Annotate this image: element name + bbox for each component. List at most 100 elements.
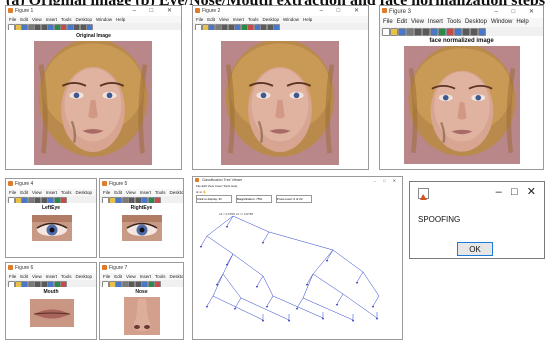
menu-item-window[interactable]: Window xyxy=(491,19,512,25)
save-icon[interactable] xyxy=(398,28,406,36)
menu-item-desktop[interactable]: Desktop xyxy=(76,17,93,22)
title-bar[interactable]: Figure 5 xyxy=(100,179,183,189)
menu-item-window[interactable]: Window xyxy=(283,17,299,22)
menu-item-file[interactable]: File xyxy=(9,274,16,279)
dialog-title-bar[interactable]: – □ ✕ xyxy=(410,182,544,204)
menu-item-tools[interactable]: Tools xyxy=(61,17,72,22)
pan-icon[interactable] xyxy=(438,28,446,36)
menu-item-desktop[interactable]: Desktop xyxy=(170,190,184,195)
spoofing-dialog[interactable]: – □ ✕ SPOOFING OK xyxy=(409,181,545,259)
menu-bar[interactable]: FileEditViewInsertToolsDesktopWindowHelp xyxy=(6,273,96,280)
tree-leaf-node[interactable] xyxy=(225,226,229,228)
menu-item-insert[interactable]: Insert xyxy=(46,274,57,279)
menu-item-file[interactable]: File xyxy=(196,17,203,22)
display-select[interactable]: Click to display: ID xyxy=(196,195,232,203)
menu-item-insert[interactable]: Insert xyxy=(140,274,151,279)
tree-leaf-node[interactable] xyxy=(261,320,265,322)
menu-item-edit[interactable]: Edit xyxy=(397,19,407,25)
tree-leaf-node[interactable] xyxy=(335,304,339,306)
data-cursor-icon[interactable] xyxy=(454,28,462,36)
tree-leaf-node[interactable] xyxy=(199,246,203,248)
title-bar[interactable]: Figure 7 xyxy=(100,263,183,273)
menu-item-help[interactable]: Help xyxy=(116,17,125,22)
legend-icon[interactable] xyxy=(478,28,486,36)
window-controls[interactable]: – □ ✕ xyxy=(133,6,178,16)
menu-item-tools[interactable]: Tools xyxy=(61,274,72,279)
menu-item-file[interactable]: File xyxy=(103,190,110,195)
title-bar[interactable]: Classification Tree Viewer – □ ✕ xyxy=(193,177,402,184)
menu-item-desktop[interactable]: Desktop xyxy=(170,274,184,279)
ok-button[interactable]: OK xyxy=(457,242,493,256)
new-file-icon[interactable] xyxy=(382,28,390,36)
menu-item-file[interactable]: File xyxy=(383,19,393,25)
title-bar[interactable]: Figure 4 xyxy=(6,179,96,189)
menu-item-view[interactable]: View xyxy=(219,17,229,22)
menu-item-edit[interactable]: Edit xyxy=(114,274,122,279)
zoom-in-icon[interactable] xyxy=(422,28,430,36)
figure-window-nose[interactable]: Figure 7 FileEditViewInsertToolsDesktopW… xyxy=(99,262,184,340)
menu-item-help[interactable]: Help xyxy=(303,17,312,22)
pointer-icon[interactable] xyxy=(414,28,422,36)
menu-item-desktop[interactable]: Desktop xyxy=(263,17,280,22)
figure-window-mouth[interactable]: Figure 6 FileEditViewInsertToolsDesktopW… xyxy=(5,262,97,340)
menu-item-view[interactable]: View xyxy=(126,274,136,279)
tree-leaf-node[interactable] xyxy=(225,264,229,266)
menu-item-edit[interactable]: Edit xyxy=(20,190,28,195)
menu-bar[interactable]: FileEditViewInsertToolsDesktopWindowHelp xyxy=(6,189,96,196)
tree-leaf-node[interactable] xyxy=(261,242,265,244)
menu-item-view[interactable]: View xyxy=(411,19,424,25)
menu-item-tools[interactable]: Tools xyxy=(155,274,166,279)
menu-item-tools[interactable]: Tools xyxy=(155,190,166,195)
prune-level-control[interactable]: Prune level: 0 of 23 xyxy=(275,195,312,203)
title-bar[interactable]: Figure 1 – □ ✕ xyxy=(6,6,181,16)
figure-window-1[interactable]: Figure 1 – □ ✕ File Edit View Insert Tools De… xyxy=(5,5,182,170)
tree-leaf-node[interactable] xyxy=(371,306,375,308)
menu-item-file[interactable]: File xyxy=(9,17,16,22)
brush-icon[interactable] xyxy=(462,28,470,36)
menu-bar[interactable]: FileEditViewInsertToolsDesktopWindowHelp xyxy=(100,189,183,196)
menu-item-window[interactable]: Window xyxy=(96,17,112,22)
tree-leaf-node[interactable] xyxy=(325,260,329,262)
menu-item-file[interactable]: File xyxy=(9,190,16,195)
tree-leaf-node[interactable] xyxy=(287,320,291,322)
dialog-window-controls[interactable]: – □ ✕ xyxy=(496,185,536,198)
menu-item-view[interactable]: View xyxy=(32,274,42,279)
menu-item-edit[interactable]: Edit xyxy=(20,17,28,22)
menu-item-edit[interactable]: Edit xyxy=(207,17,215,22)
menu-item-view[interactable]: View xyxy=(32,17,42,22)
window-controls[interactable]: – □ ✕ xyxy=(320,6,365,16)
menu-item-desktop[interactable]: Desktop xyxy=(76,190,93,195)
print-icon[interactable] xyxy=(406,28,414,36)
title-bar[interactable]: Figure 3 – □ ✕ xyxy=(380,6,543,18)
tree-leaf-node[interactable] xyxy=(375,318,379,320)
tree-leaf-node[interactable] xyxy=(233,308,237,310)
menu-item-file[interactable]: File xyxy=(103,274,110,279)
menu-item-insert[interactable]: Insert xyxy=(46,17,57,22)
menu-item-view[interactable]: View xyxy=(32,190,42,195)
menu-bar[interactable]: FileEditViewInsertToolsDesktopWindowHelp xyxy=(193,16,368,23)
title-bar[interactable]: Figure 6 xyxy=(6,263,96,273)
menu-item-desktop[interactable]: Desktop xyxy=(465,19,487,25)
menu-item-edit[interactable]: Edit xyxy=(114,190,122,195)
window-controls[interactable]: – □ ✕ xyxy=(495,6,540,18)
menu-item-insert[interactable]: Insert xyxy=(428,19,443,25)
window-controls[interactable]: – □ ✕ xyxy=(374,177,399,184)
tree-leaf-node[interactable] xyxy=(321,318,325,320)
menu-item-tools[interactable]: Tools xyxy=(447,19,461,25)
tree-leaf-node[interactable] xyxy=(205,306,209,308)
tree-leaf-node[interactable] xyxy=(305,284,309,286)
menu-item-view[interactable]: View xyxy=(126,190,136,195)
tree-leaf-node[interactable] xyxy=(265,306,269,308)
tree-leaf-node[interactable] xyxy=(351,320,355,322)
tree-viewer-window[interactable]: Classification Tree Viewer – □ ✕ File Ed… xyxy=(192,176,403,340)
title-bar[interactable]: Figure 2 – □ ✕ xyxy=(193,6,368,16)
figure-window-right-eye[interactable]: Figure 5 FileEditViewInsertToolsDesktopW… xyxy=(99,178,184,258)
tree-leaf-node[interactable] xyxy=(295,308,299,310)
menu-bar[interactable]: FileEditViewInsertToolsDesktopWindowHelp xyxy=(380,18,543,27)
menu-bar[interactable]: File Edit View Insert Tools DesktopWindow Help xyxy=(6,16,181,23)
magnification-select[interactable]: Magnification: 75% xyxy=(235,195,272,203)
tree-leaf-node[interactable] xyxy=(255,286,259,288)
rotate-icon[interactable] xyxy=(446,28,454,36)
menu-item-tools[interactable]: Tools xyxy=(248,17,259,22)
menu-bar[interactable]: FileEditViewInsertToolsDesktopWindowHelp xyxy=(100,273,183,280)
